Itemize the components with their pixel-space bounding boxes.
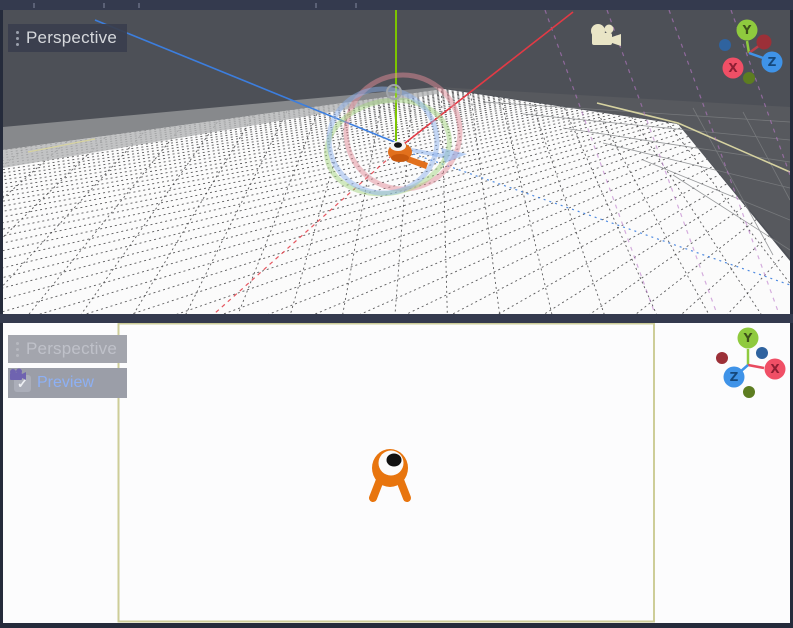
strip-tick bbox=[138, 3, 140, 8]
perspective-menu-button-disabled[interactable]: Perspective bbox=[8, 335, 127, 363]
preview-toggle[interactable]: ✓ Preview bbox=[8, 368, 127, 398]
axis-neg-x-ball[interactable] bbox=[716, 352, 728, 364]
top-edge-strip bbox=[0, 0, 793, 10]
axis-dim-x-ball[interactable] bbox=[757, 35, 772, 50]
free-rotate-handle[interactable] bbox=[387, 85, 401, 99]
strip-tick bbox=[355, 3, 357, 8]
preview-label: Preview bbox=[37, 374, 94, 392]
axis-x-label: X bbox=[728, 61, 738, 75]
axis-orientation-widget[interactable]: Y X Z bbox=[716, 328, 786, 399]
perspective-label: Perspective bbox=[26, 28, 117, 48]
axis-neg-y-ball[interactable] bbox=[743, 72, 755, 84]
mascot-shade bbox=[391, 154, 409, 162]
camera-preview-viewport[interactable]: Y X Z Perspective ✓ Preview bbox=[3, 323, 790, 623]
axis-x-label: X bbox=[770, 362, 780, 376]
viewport-separator[interactable] bbox=[0, 314, 793, 323]
preview-mascot bbox=[372, 449, 408, 498]
axis-neg-z-ball[interactable] bbox=[756, 347, 768, 359]
mascot-pupil bbox=[394, 142, 402, 148]
axis-neg-z-ball[interactable] bbox=[719, 39, 731, 51]
strip-tick bbox=[103, 3, 105, 8]
axis-neg-y-ball[interactable] bbox=[743, 386, 755, 398]
vertical-dots-icon bbox=[16, 342, 19, 357]
perspective-label: Perspective bbox=[26, 339, 117, 359]
perspective-menu-button[interactable]: Perspective bbox=[8, 24, 127, 52]
vertical-dots-icon bbox=[16, 31, 19, 46]
axis-y-label: Y bbox=[742, 23, 752, 37]
editor-3d-viewport[interactable]: Y X Z Perspective bbox=[3, 10, 790, 314]
camera-icon bbox=[8, 368, 26, 382]
3d-scene-canvas: Y X Z bbox=[3, 10, 790, 314]
axis-z-label: Z bbox=[768, 55, 777, 69]
strip-tick bbox=[315, 3, 317, 8]
axis-y-label: Y bbox=[743, 331, 753, 345]
strip-tick bbox=[33, 3, 35, 8]
axis-z-label: Z bbox=[730, 370, 739, 384]
mascot-pupil bbox=[387, 454, 402, 467]
